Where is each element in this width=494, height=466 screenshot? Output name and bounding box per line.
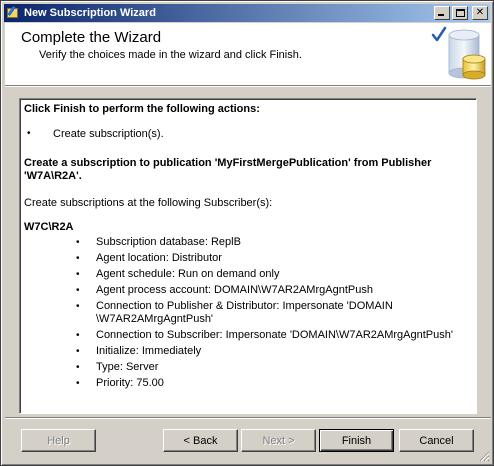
close-button[interactable]: ✕ bbox=[472, 6, 488, 20]
detail-text: Priority: 75.00 bbox=[96, 377, 164, 389]
subscriber-name: W7C\R2A bbox=[24, 221, 74, 233]
detail-agent-process-account: • Agent process account: DOMAIN\W7AR2AMr… bbox=[76, 284, 474, 297]
header-divider bbox=[5, 85, 491, 87]
bullet: • bbox=[76, 285, 80, 296]
window-title: New Subscription Wizard bbox=[24, 7, 156, 19]
finish-button[interactable]: Finish bbox=[319, 429, 394, 452]
detail-text: Agent process account: DOMAIN\W7AR2AMrgA… bbox=[96, 284, 373, 296]
bullet: • bbox=[27, 128, 31, 139]
subscribers-intro: Create subscriptions at the following Su… bbox=[24, 197, 273, 209]
bullet: • bbox=[76, 253, 80, 264]
wizard-header: Complete the Wizard Verify the choices m… bbox=[5, 23, 491, 85]
maximize-button[interactable] bbox=[452, 6, 468, 20]
database-checkmark-icon bbox=[431, 26, 486, 80]
detail-text: Agent schedule: Run on demand only bbox=[96, 268, 280, 280]
detail-text: Initialize: Immediately bbox=[96, 345, 202, 357]
minimize-button[interactable] bbox=[434, 6, 450, 20]
detail-text: Subscription database: ReplB bbox=[96, 236, 241, 248]
resize-grip-icon[interactable] bbox=[478, 450, 490, 462]
title-bar[interactable]: New Subscription Wizard ✕ bbox=[4, 4, 490, 22]
wizard-app-icon bbox=[6, 6, 20, 20]
detail-text: Connection to Publisher & Distributor: I… bbox=[96, 300, 393, 325]
summary-report-box[interactable]: Click Finish to perform the following ac… bbox=[19, 98, 477, 414]
subscriber-details-list: • Subscription database: ReplB • Agent l… bbox=[76, 236, 474, 393]
report-heading: Click Finish to perform the following ac… bbox=[24, 103, 260, 115]
action-text: Create subscription(s). bbox=[53, 128, 164, 140]
bullet: • bbox=[76, 301, 80, 312]
back-button[interactable]: < Back bbox=[163, 429, 238, 452]
wizard-window: New Subscription Wizard ✕ Complete the W… bbox=[0, 0, 494, 466]
bullet: • bbox=[76, 362, 80, 373]
publication-line: Create a subscription to publication 'My… bbox=[24, 157, 432, 182]
page-title: Complete the Wizard bbox=[21, 29, 162, 46]
detail-agent-location: • Agent location: Distributor bbox=[76, 252, 474, 265]
bullet: • bbox=[76, 378, 80, 389]
footer-divider bbox=[5, 417, 491, 419]
help-button[interactable]: Help bbox=[21, 429, 96, 452]
detail-subscriber-connection: • Connection to Subscriber: Impersonate … bbox=[76, 329, 474, 342]
bullet: • bbox=[76, 269, 80, 280]
close-icon: ✕ bbox=[475, 7, 485, 18]
minimize-icon bbox=[438, 14, 444, 16]
bullet: • bbox=[76, 237, 80, 248]
detail-publisher-connection: • Connection to Publisher & Distributor:… bbox=[76, 300, 474, 326]
detail-text: Agent location: Distributor bbox=[96, 252, 222, 264]
detail-type: • Type: Server bbox=[76, 361, 474, 374]
action-list-item: • Create subscription(s). bbox=[27, 128, 164, 140]
page-subtitle: Verify the choices made in the wizard an… bbox=[39, 49, 302, 61]
bullet: • bbox=[76, 330, 80, 341]
detail-subscription-database: • Subscription database: ReplB bbox=[76, 236, 474, 249]
detail-agent-schedule: • Agent schedule: Run on demand only bbox=[76, 268, 474, 281]
next-button[interactable]: Next > bbox=[241, 429, 316, 452]
bullet: • bbox=[76, 346, 80, 357]
detail-priority: • Priority: 75.00 bbox=[76, 377, 474, 390]
detail-text: Type: Server bbox=[96, 361, 159, 373]
detail-text: Connection to Subscriber: Impersonate 'D… bbox=[96, 329, 453, 341]
detail-initialize: • Initialize: Immediately bbox=[76, 345, 474, 358]
cancel-button[interactable]: Cancel bbox=[399, 429, 474, 452]
maximize-icon bbox=[456, 9, 465, 17]
